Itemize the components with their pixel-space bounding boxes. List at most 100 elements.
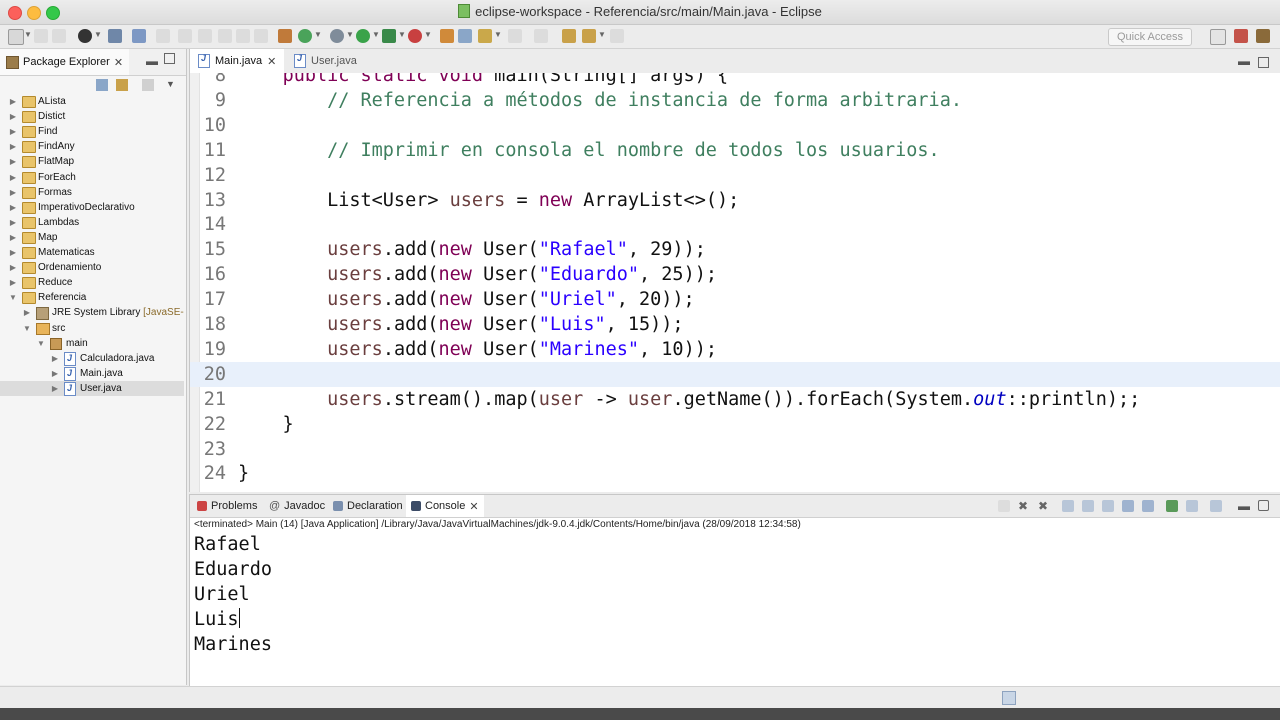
java-ee-perspective-icon[interactable]: [1234, 29, 1248, 43]
chevron-down-icon[interactable]: ▼: [24, 30, 32, 39]
maximize-icon[interactable]: [1258, 500, 1269, 511]
chevron-down-icon[interactable]: ▼: [314, 30, 322, 39]
clear-console-icon[interactable]: [1062, 500, 1074, 512]
tab-declaration[interactable]: Declaration: [328, 495, 408, 517]
open-perspective-icon[interactable]: [1210, 29, 1226, 45]
chevron-right-icon[interactable]: ▶: [8, 139, 18, 154]
remove-launch-icon[interactable]: ✖: [1018, 500, 1030, 512]
tree-item[interactable]: ▶ Matematicas: [0, 245, 184, 260]
tab-main-java[interactable]: Main.java ✕: [190, 49, 285, 73]
new-package-icon[interactable]: [440, 29, 454, 43]
tree-item[interactable]: ▶ Map: [0, 230, 184, 245]
quick-access-input[interactable]: Quick Access: [1108, 28, 1192, 46]
previous-annotation-icon[interactable]: [534, 29, 548, 43]
chevron-right-icon[interactable]: ▶: [22, 305, 32, 320]
chevron-right-icon[interactable]: ▶: [50, 351, 60, 366]
tree-item[interactable]: ▼ Referencia: [0, 290, 184, 305]
open-console-icon[interactable]: [1210, 500, 1222, 512]
disabled-tool-icon[interactable]: [254, 29, 268, 43]
tree-item[interactable]: ▶ Reduce: [0, 275, 184, 290]
debug-target-icon[interactable]: [78, 29, 92, 43]
new-file-icon[interactable]: [8, 29, 24, 45]
chevron-right-icon[interactable]: ▶: [8, 185, 18, 200]
close-icon[interactable]: ✕: [114, 56, 123, 69]
terminal-icon[interactable]: [108, 29, 122, 43]
view-menu-icon[interactable]: ▼: [166, 79, 178, 91]
chevron-right-icon[interactable]: ▶: [8, 154, 18, 169]
pin-console-icon[interactable]: [1166, 500, 1178, 512]
word-wrap-icon[interactable]: [1102, 500, 1114, 512]
tree-item[interactable]: ▶ Ordenamiento: [0, 260, 184, 275]
close-icon[interactable]: ✕: [267, 55, 276, 68]
tree-item[interactable]: ▶ Lambdas: [0, 215, 184, 230]
minimize-icon[interactable]: ▬: [1238, 54, 1250, 68]
code-editor[interactable]: 8 public static void main(String[] args)…: [190, 73, 1280, 492]
chevron-down-icon[interactable]: ▼: [494, 30, 502, 39]
disabled-tool-icon[interactable]: [178, 29, 192, 43]
open-type-icon[interactable]: [478, 29, 492, 43]
chevron-right-icon[interactable]: ▶: [8, 275, 18, 290]
scroll-lock-icon[interactable]: [1082, 500, 1094, 512]
disabled-tool-icon[interactable]: [218, 29, 232, 43]
tab-console[interactable]: Console ✕: [406, 495, 484, 517]
remove-all-icon[interactable]: ✖: [1038, 500, 1050, 512]
maximize-icon[interactable]: [164, 53, 175, 64]
disabled-tool-icon[interactable]: [156, 29, 170, 43]
new-class-icon[interactable]: [458, 29, 472, 43]
tree-item[interactable]: ▼ src: [0, 321, 184, 336]
disabled-tool-icon[interactable]: [198, 29, 212, 43]
chevron-down-icon[interactable]: ▼: [94, 30, 102, 39]
java-perspective-icon[interactable]: [1256, 29, 1270, 43]
chevron-right-icon[interactable]: ▶: [50, 366, 60, 381]
chevron-right-icon[interactable]: ▶: [8, 260, 18, 275]
chevron-right-icon[interactable]: ▶: [8, 124, 18, 139]
back-icon[interactable]: [582, 29, 596, 43]
chevron-down-icon[interactable]: ▼: [398, 30, 406, 39]
link-with-editor-icon[interactable]: [116, 79, 128, 91]
save-all-icon[interactable]: [52, 29, 66, 43]
minimize-icon[interactable]: ▬: [1238, 500, 1250, 512]
tree-item[interactable]: ▶ JRE System Library [JavaSE-: [0, 305, 184, 321]
package-explorer-tab[interactable]: Package Explorer ✕: [0, 49, 130, 75]
refresh-icon[interactable]: [298, 29, 312, 43]
display-console-icon[interactable]: [1186, 500, 1198, 512]
minimize-icon[interactable]: ▬: [146, 54, 158, 68]
maximize-icon[interactable]: [1258, 57, 1269, 68]
tab-user-java[interactable]: User.java: [286, 49, 365, 73]
chevron-right-icon[interactable]: ▶: [8, 215, 18, 230]
collapse-all-icon[interactable]: [96, 79, 108, 91]
show-on-output-icon[interactable]: [1122, 500, 1134, 512]
tree-item[interactable]: ▶ Main.java: [0, 366, 184, 381]
chevron-down-icon[interactable]: ▼: [36, 336, 46, 351]
show-on-error-icon[interactable]: [1142, 500, 1154, 512]
debug-icon[interactable]: [330, 29, 344, 43]
chevron-down-icon[interactable]: ▼: [424, 30, 432, 39]
run-icon[interactable]: [356, 29, 370, 43]
tree-item[interactable]: ▼ main: [0, 336, 184, 351]
chevron-down-icon[interactable]: ▼: [22, 321, 32, 336]
tab-problems[interactable]: Problems: [192, 495, 262, 517]
close-icon[interactable]: ✕: [469, 500, 478, 513]
chevron-right-icon[interactable]: ▶: [8, 230, 18, 245]
chevron-right-icon[interactable]: ▶: [8, 109, 18, 124]
tree-item[interactable]: ▶ User.java: [0, 380, 184, 396]
run-external-icon[interactable]: [382, 29, 396, 43]
tree-item[interactable]: ▶ AListа: [0, 94, 184, 109]
forward-icon[interactable]: [610, 29, 624, 43]
tree-item[interactable]: ▶ Find: [0, 124, 184, 139]
disabled-tool-icon[interactable]: [236, 29, 250, 43]
chevron-down-icon[interactable]: ▼: [598, 30, 606, 39]
chevron-right-icon[interactable]: ▶: [50, 381, 60, 396]
tab-javadoc[interactable]: @ Javadoc: [264, 495, 330, 517]
tree-item[interactable]: ▶ FlatMap: [0, 154, 184, 169]
chevron-right-icon[interactable]: ▶: [8, 94, 18, 109]
tree-item[interactable]: ▶ FindAny: [0, 139, 184, 154]
chevron-right-icon[interactable]: ▶: [8, 245, 18, 260]
chevron-right-icon[interactable]: ▶: [8, 170, 18, 185]
chevron-right-icon[interactable]: ▶: [8, 200, 18, 215]
chevron-down-icon[interactable]: ▼: [372, 30, 380, 39]
last-edit-icon[interactable]: [562, 29, 576, 43]
build-icon[interactable]: [278, 29, 292, 43]
skip-breakpoints-icon[interactable]: [132, 29, 146, 43]
chevron-down-icon[interactable]: ▼: [8, 290, 18, 305]
